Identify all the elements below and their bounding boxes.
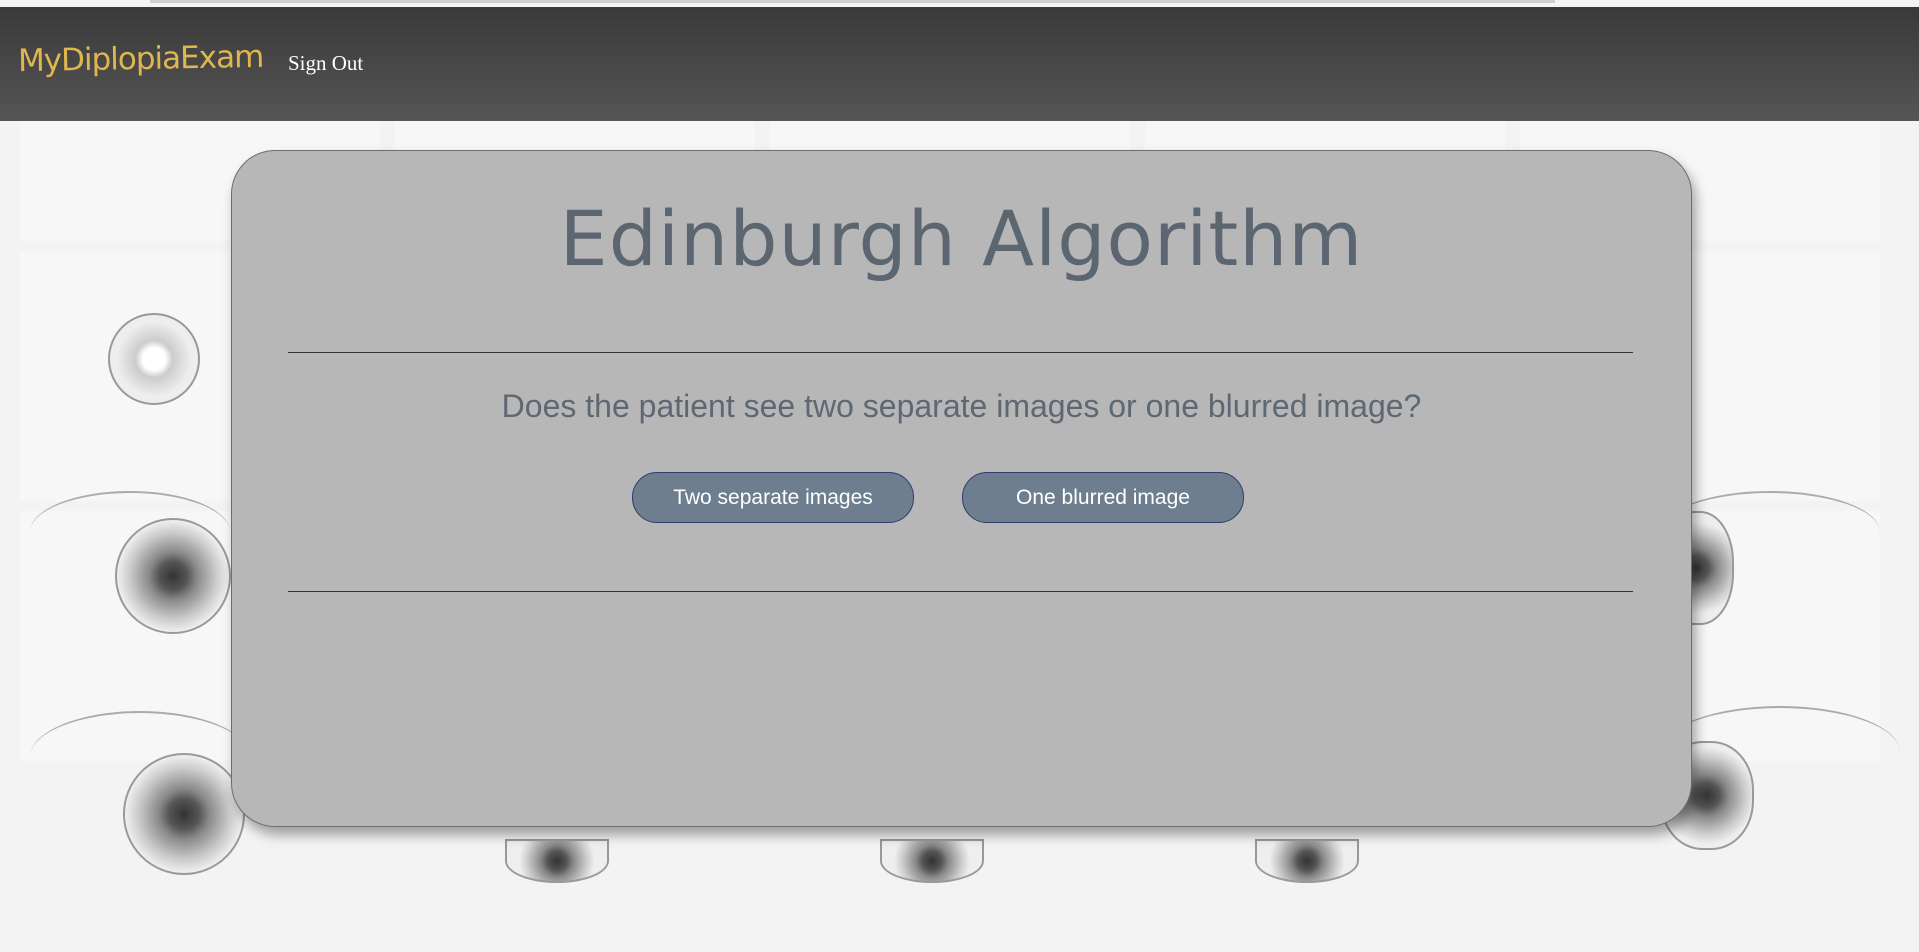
algorithm-card: Edinburgh Algorithm Does the patient see…: [231, 150, 1692, 827]
eye-sketch: [1255, 839, 1359, 883]
eye-sketch: [880, 839, 984, 883]
eyelid-sketch: [1660, 706, 1900, 798]
one-blurred-image-button[interactable]: One blurred image: [962, 472, 1244, 523]
eye-sketch: [108, 313, 200, 405]
divider-top: [288, 352, 1633, 353]
brand-logo[interactable]: MyDiplopiaExam: [18, 39, 264, 79]
browser-top-strip: [0, 0, 1919, 7]
top-navbar: MyDiplopiaExam Sign Out: [0, 7, 1919, 121]
question-text: Does the patient see two separate images…: [501, 388, 1422, 424]
eyelid-sketch: [30, 491, 230, 573]
scroll-indicator: [150, 0, 1555, 3]
eyelid-sketch: [30, 711, 250, 803]
sign-out-link[interactable]: Sign Out: [288, 51, 363, 76]
divider-bottom: [288, 591, 1633, 592]
page-title: Edinburgh Algorithm: [559, 194, 1364, 283]
eye-sketch: [505, 839, 609, 883]
eyelid-sketch: [1660, 491, 1880, 573]
two-separate-images-button[interactable]: Two separate images: [632, 472, 914, 523]
